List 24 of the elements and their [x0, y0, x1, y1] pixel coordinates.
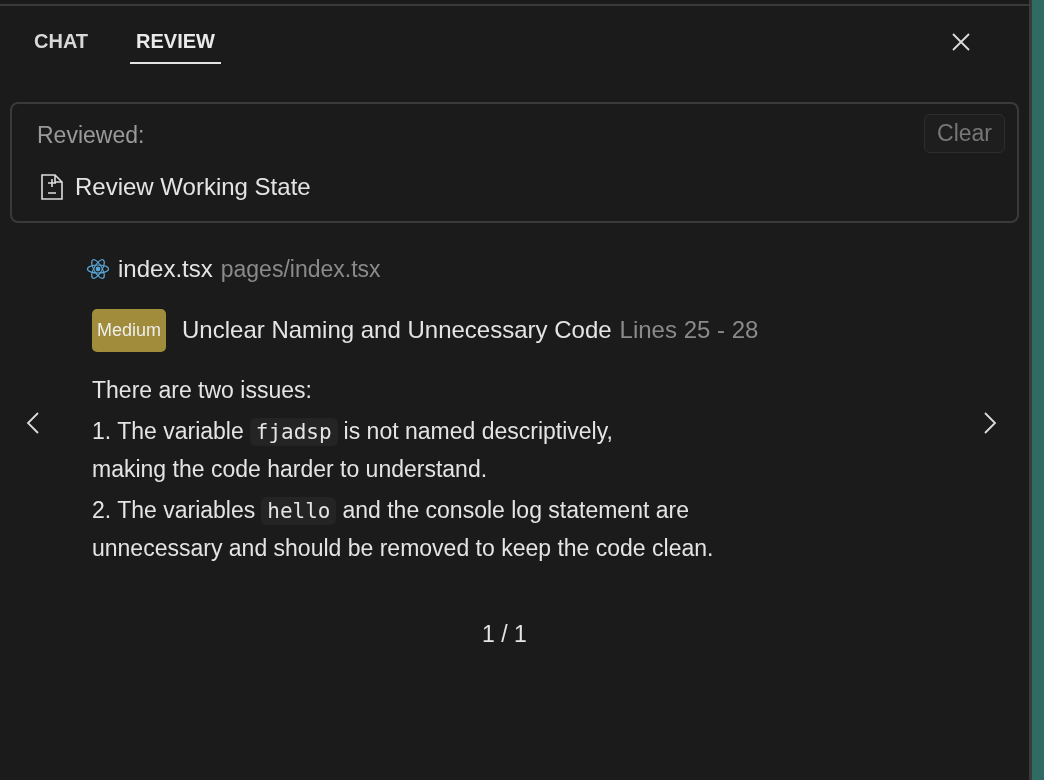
reviewed-label: Reviewed:	[37, 121, 145, 150]
tab[interactable]: CHAT	[28, 26, 95, 64]
description-text: making the code harder to understand.	[92, 455, 488, 482]
inline-code: hello	[261, 496, 337, 525]
description-text: and the console log statement are	[342, 496, 689, 523]
close-icon[interactable]	[951, 32, 971, 52]
previous-icon[interactable]	[26, 410, 40, 435]
line-range: Lines 25 - 28	[619, 315, 759, 345]
inline-code: fjadsp	[249, 417, 338, 446]
react-icon	[86, 256, 110, 281]
description-text: 1. The variable	[92, 417, 244, 444]
page-indicator: 1 / 1	[482, 619, 527, 649]
description-text: unnecessary and should be removed to keep the code clean.	[92, 534, 714, 561]
issue-title: Unclear Naming and Unnecessary Code	[182, 315, 612, 345]
description-text: is not named descriptively,	[343, 417, 613, 444]
clear-button[interactable]: Clear	[924, 114, 1005, 153]
file-path: pages/index.tsx	[220, 254, 381, 284]
tab[interactable]: REVIEW	[130, 26, 221, 64]
severity-badge: Medium	[92, 308, 167, 352]
description-text: 2. The variables	[92, 496, 256, 523]
next-icon[interactable]	[983, 410, 997, 435]
description-text: There are two issues:	[92, 376, 312, 403]
file-name: index.tsx	[118, 253, 213, 284]
review-item: Review Working State	[75, 171, 311, 202]
